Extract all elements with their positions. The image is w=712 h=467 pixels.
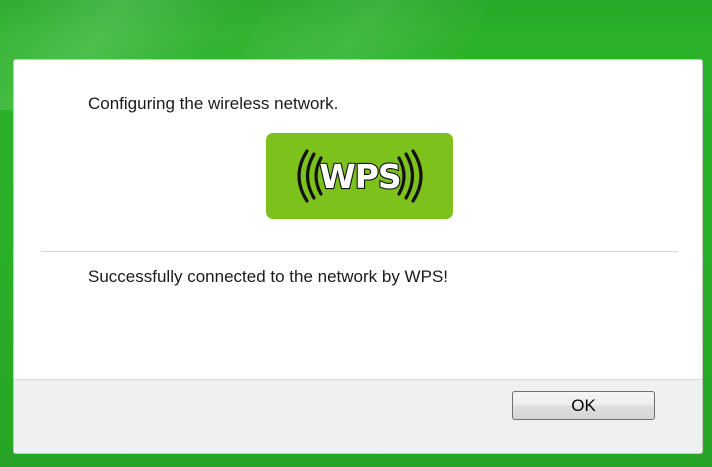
wps-logo-graphic: WPS: [296, 149, 423, 203]
dialog-message: Configuring the wireless network.: [88, 94, 339, 113]
window-frame: Configuring the wireless network. WPS Su…: [0, 0, 712, 467]
status-message: Successfully connected to the network by…: [88, 267, 449, 286]
wps-icon: WPS: [266, 133, 453, 219]
wps-badge-text: WPS: [319, 157, 400, 196]
wps-dialog: Configuring the wireless network. WPS Su…: [13, 59, 703, 454]
divider: [41, 251, 678, 252]
ok-button[interactable]: OK: [512, 391, 655, 420]
dialog-footer: OK: [14, 379, 702, 453]
